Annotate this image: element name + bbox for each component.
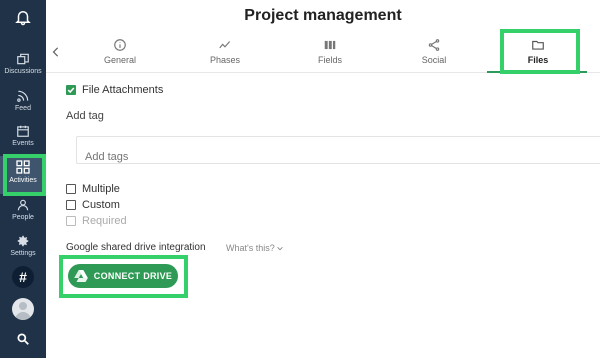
sidebar-item-events[interactable]: Events: [0, 124, 46, 148]
required-option: Required: [66, 215, 127, 227]
file-attachments-checkbox[interactable]: [66, 85, 76, 95]
people-icon: [17, 199, 29, 211]
sidebar-item-label: Events: [12, 140, 34, 147]
share-icon: [428, 39, 440, 51]
info-icon: [114, 39, 126, 51]
tab-label: Phases: [209, 55, 241, 65]
highlight-files-tab: [500, 29, 580, 74]
multiple-checkbox[interactable]: [66, 184, 76, 194]
chevron-left-icon: [52, 47, 59, 57]
tab-label: General: [103, 55, 137, 65]
custom-label: Custom: [82, 199, 120, 211]
add-tag-label: Add tag: [66, 110, 104, 122]
custom-checkbox[interactable]: [66, 200, 76, 210]
feed-icon: [17, 90, 29, 102]
whats-this-text: What's this?: [226, 243, 275, 253]
tab-phases[interactable]: Phases: [175, 36, 275, 72]
add-tags-input[interactable]: [76, 136, 600, 164]
sidebar-item-settings[interactable]: Settings: [0, 234, 46, 258]
hash-icon: #: [12, 266, 34, 288]
sidebar-item-label: Discussions: [4, 68, 42, 75]
app-root: Discussions Feed Events Activities Peopl: [0, 0, 600, 358]
notifications-button[interactable]: [0, 8, 46, 26]
chevron-down-icon: [277, 246, 283, 251]
trend-icon: [219, 41, 231, 49]
sidebar-item-label: People: [12, 214, 34, 221]
tab-label: Fields: [317, 55, 342, 65]
multiple-label: Multiple: [82, 183, 120, 195]
gear-icon: [17, 235, 29, 247]
user-avatar-button[interactable]: [0, 298, 46, 320]
file-attachments-option[interactable]: File Attachments: [66, 84, 163, 96]
bell-icon: [15, 11, 31, 26]
sidebar: Discussions Feed Events Activities Peopl: [0, 0, 46, 358]
tab-fields[interactable]: Fields: [280, 36, 380, 72]
sidebar-item-channels[interactable]: #: [0, 266, 46, 288]
highlight-activities: [3, 154, 46, 196]
sidebar-search-button[interactable]: [0, 332, 46, 346]
search-icon: [17, 333, 29, 345]
columns-icon: [324, 40, 336, 50]
google-drive-integration-label: Google shared drive integration: [66, 242, 206, 253]
sidebar-item-label: Settings: [10, 250, 36, 257]
custom-option[interactable]: Custom: [66, 199, 120, 211]
tab-general[interactable]: General: [70, 36, 170, 72]
sidebar-item-people[interactable]: People: [0, 198, 46, 222]
discussions-icon: [17, 53, 29, 65]
tab-social[interactable]: Social: [384, 36, 484, 72]
check-icon: [67, 87, 75, 94]
sidebar-item-label: Feed: [15, 105, 31, 112]
page-title: Project management: [244, 7, 402, 24]
file-attachments-label: File Attachments: [82, 84, 164, 96]
required-label: Required: [82, 215, 127, 227]
sidebar-item-discussions[interactable]: Discussions: [0, 52, 46, 76]
multiple-option[interactable]: Multiple: [66, 183, 120, 195]
sidebar-item-feed[interactable]: Feed: [0, 89, 46, 113]
avatar: [12, 298, 34, 320]
back-button[interactable]: [52, 44, 60, 60]
tab-label: Social: [421, 55, 447, 65]
whats-this-link[interactable]: What's this?: [226, 243, 283, 253]
highlight-connect-drive: [59, 255, 188, 298]
calendar-icon: [17, 125, 29, 137]
required-checkbox: [66, 216, 76, 226]
